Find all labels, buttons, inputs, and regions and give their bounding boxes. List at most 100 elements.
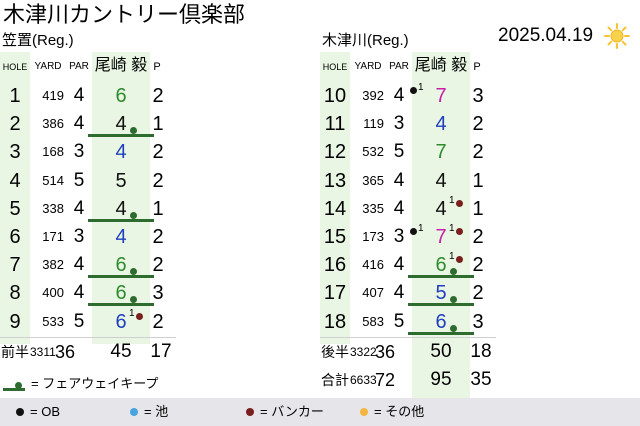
fairway-legend: = フェアウェイキープ (3, 374, 628, 394)
hole-number: 14 (323, 197, 347, 220)
hole-number: 13 (323, 169, 347, 192)
bunker-mark-count: 1 (129, 307, 135, 319)
hole-score: 4 (435, 197, 447, 220)
hole-score: 7 (435, 141, 447, 164)
front-header-player: 尾崎 毅 (94, 57, 148, 74)
hole-score: 6 (115, 85, 127, 107)
hole-yardage: 400 (42, 285, 64, 301)
hole-number: 10 (323, 85, 347, 107)
hole-score: 4 (115, 226, 127, 248)
bunker-legend-label: = バンカー (260, 404, 324, 419)
hole-par: 3 (73, 226, 85, 247)
hole-putts: 2 (472, 141, 484, 164)
sun-icon (604, 23, 630, 49)
front-course-name: 笠置(Reg.) (2, 32, 74, 49)
fairway-dot-icon (15, 382, 22, 389)
back-total-putts: 18 (470, 340, 492, 362)
hole-putts: 2 (152, 226, 164, 248)
front-total-score: 45 (110, 340, 132, 362)
hole-number: 6 (9, 226, 21, 248)
hole-yardage: 338 (42, 200, 64, 216)
bunker-mark-icon (456, 228, 463, 235)
hole-yardage: 335 (362, 200, 384, 216)
hole-putts: 2 (152, 85, 164, 107)
hole-putts: 1 (472, 197, 484, 220)
fairway-bar-icon (3, 388, 25, 391)
back-total-par: 36 (375, 341, 396, 362)
back-header-putt: P (473, 61, 481, 73)
hole-yardage: 514 (42, 172, 64, 188)
hole-number: 5 (9, 197, 21, 220)
fairway-keep-dot-icon (130, 211, 137, 219)
back-header-player: 尾崎 毅 (414, 57, 468, 74)
hole-number: 16 (323, 254, 347, 277)
hole-par: 5 (73, 169, 85, 191)
front-total-yard: 3311 (30, 344, 56, 359)
hole-yardage: 407 (362, 285, 384, 301)
fairway-keep-bar (88, 303, 154, 307)
bunker-mark-icon (136, 312, 143, 320)
front-total-label: 前半 (1, 343, 29, 360)
hole-yardage: 392 (362, 88, 384, 103)
hole-putts: 2 (472, 113, 484, 136)
hole-score: 5 (115, 169, 127, 192)
pond-legend-label: = 池 (144, 404, 169, 419)
back-total-score: 50 (430, 340, 452, 362)
back-total-yard: 3322 (350, 344, 377, 359)
hole-putts: 2 (152, 310, 164, 333)
hole-number: 1 (9, 85, 21, 107)
front-total-putts: 17 (150, 340, 172, 362)
ob-mark-count: 1 (418, 82, 424, 93)
ob-mark-icon (410, 228, 417, 235)
other-legend-label: = その他 (374, 404, 425, 419)
bunker-mark-count: 1 (449, 194, 455, 206)
back-course-name: 木津川(Reg.) (322, 32, 409, 49)
ob-legend-icon (16, 408, 24, 416)
bunker-mark-icon (456, 199, 463, 207)
hole-number: 18 (323, 310, 347, 333)
hole-par: 4 (393, 85, 405, 106)
hole-putts: 1 (472, 169, 484, 192)
other-legend-icon (360, 408, 368, 416)
ob-legend-label: = OB (30, 404, 60, 419)
hole-par: 4 (393, 197, 405, 219)
fairway-keep-dot-icon (450, 324, 457, 332)
hole-number: 2 (9, 113, 21, 136)
page-title: 木津川カントリー倶楽部 (3, 2, 246, 27)
fairway-keep-bar (408, 331, 474, 335)
hole-putts: 3 (472, 85, 484, 107)
front-header-par: PAR (69, 61, 89, 72)
hole-score: 4 (115, 141, 127, 164)
fairway-keep-bar (88, 275, 154, 279)
hole-yardage: 173 (362, 229, 384, 244)
round-date: 2025.04.19 (498, 25, 594, 46)
back-header-yard: YARD (354, 61, 382, 72)
hole-yardage: 382 (42, 257, 64, 273)
hole-par: 4 (73, 85, 85, 106)
hole-number: 3 (9, 141, 21, 164)
hole-yardage: 386 (42, 116, 64, 132)
fairway-legend-label: = フェアウェイキープ (31, 376, 159, 391)
hole-par: 3 (73, 141, 85, 163)
fairway-keep-bar (408, 303, 474, 307)
hole-number: 11 (324, 113, 346, 136)
fairway-keep-bar (408, 275, 474, 279)
bunker-mark-count: 1 (449, 223, 455, 234)
front-header-yard: YARD (34, 61, 62, 72)
hole-putts: 2 (152, 169, 164, 192)
hole-par: 5 (393, 141, 405, 163)
hole-yardage: 583 (362, 313, 384, 329)
back-header-par: PAR (389, 61, 409, 72)
fairway-keep-bar (88, 218, 154, 222)
hole-score: 6 (115, 310, 127, 333)
fairway-keep-bar (88, 134, 154, 138)
hole-yardage: 171 (42, 229, 64, 244)
hole-yardage: 365 (362, 172, 384, 188)
front-total-par: 36 (55, 341, 76, 362)
hole-yardage: 533 (42, 313, 64, 329)
hole-putts: 2 (152, 141, 164, 164)
back-total-label: 後半 (321, 343, 349, 360)
front-header-putt: P (153, 61, 161, 73)
hole-number: 4 (9, 169, 21, 192)
hole-yardage: 416 (362, 257, 384, 273)
